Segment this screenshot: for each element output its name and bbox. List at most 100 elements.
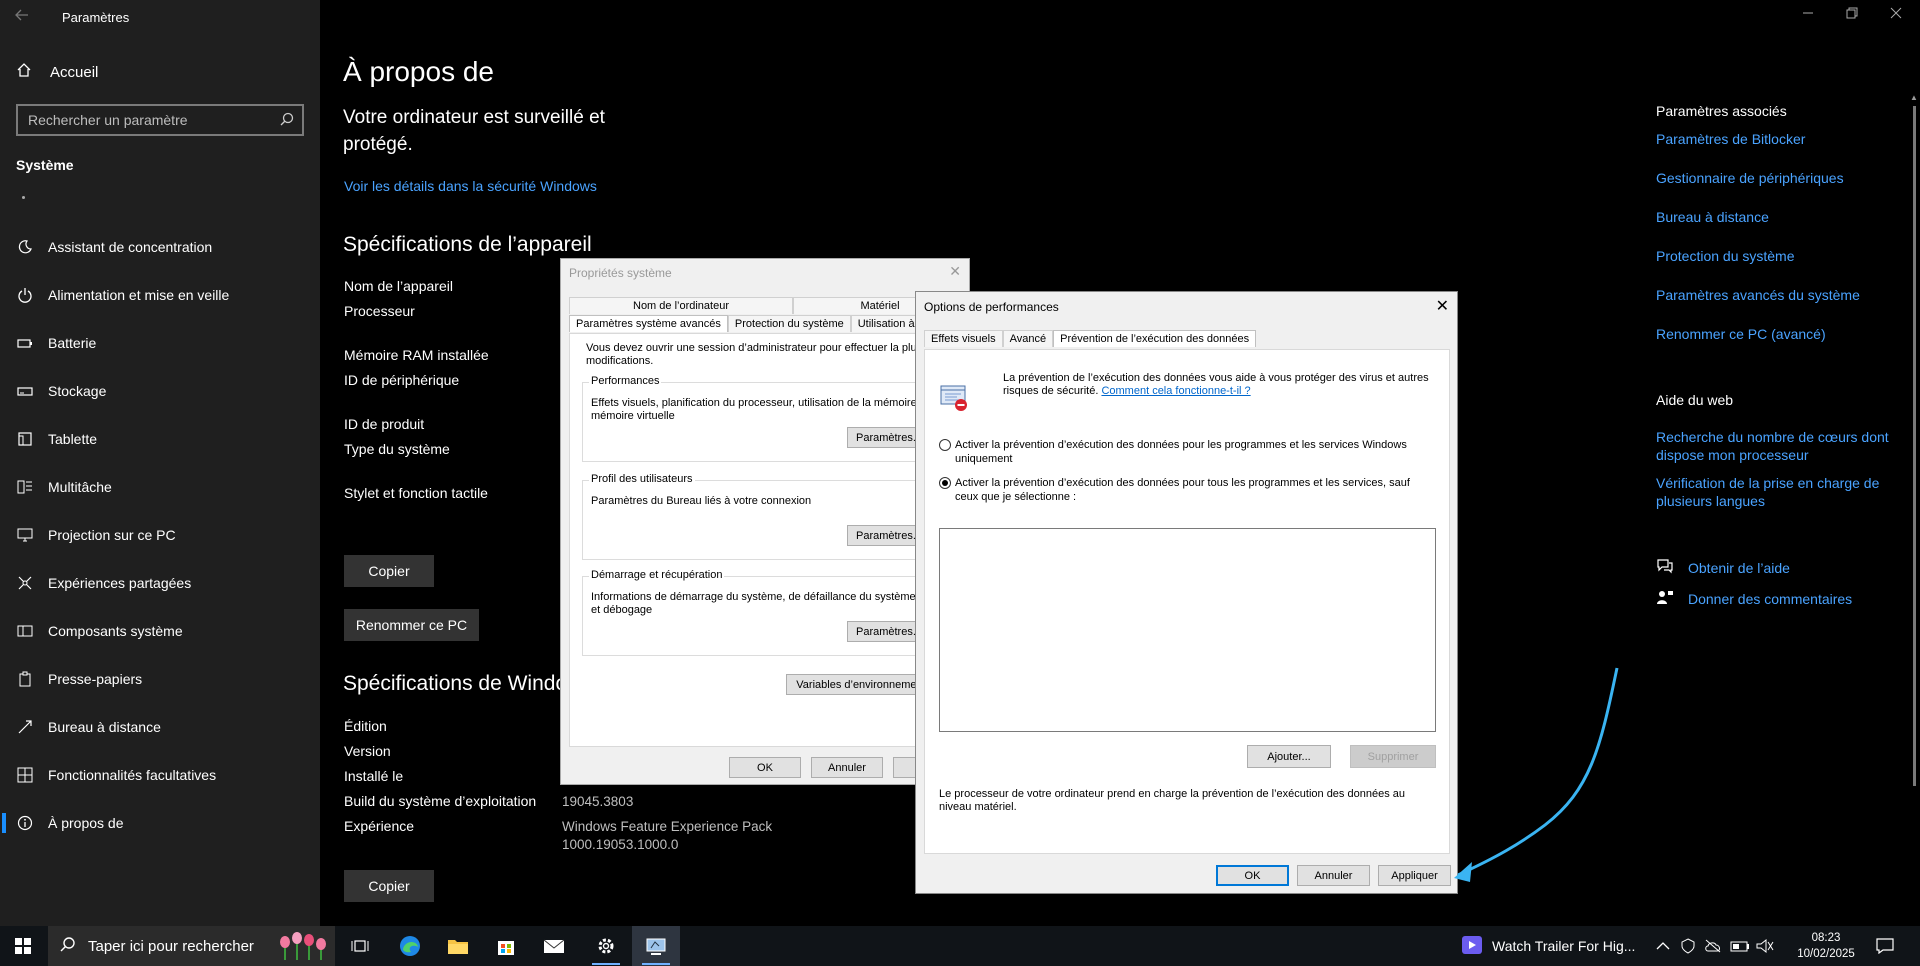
sidebar-item-tablet[interactable]: Tablette <box>0 415 320 463</box>
sidebar-item-shared[interactable]: Expériences partagées <box>0 559 320 607</box>
tab-visual-effects[interactable]: Effets visuels <box>924 330 1003 347</box>
scrollbar[interactable] <box>1913 106 1916 786</box>
system-properties-taskbar-icon[interactable] <box>632 926 680 966</box>
tab-advanced[interactable]: Avancé <box>1002 330 1054 347</box>
battery-icon <box>16 334 34 352</box>
dep-how-link[interactable]: Comment cela fonctionne-t-il ? <box>1101 385 1250 397</box>
restore-icon[interactable] <box>1842 6 1862 26</box>
sidebar-item-remote[interactable]: Bureau à distance <box>0 703 320 751</box>
sysprop-cancel-button[interactable]: Annuler <box>811 757 883 778</box>
sidebar-item-focus[interactable]: Assistant de concentration <box>0 223 320 271</box>
get-help-link[interactable]: Obtenir de l’aide <box>1656 558 1790 577</box>
perf-cancel-button[interactable]: Annuler <box>1297 865 1370 886</box>
minimize-icon[interactable] <box>1798 6 1818 26</box>
system-properties-dialog: Propriétés système ✕ Nom de l’ordinateur… <box>560 258 970 785</box>
annotation-arrow <box>1454 667 1619 882</box>
sysprop-tabs-top: Nom de l’ordinateur Matériel <box>569 297 967 314</box>
related-link-advanced-system[interactable]: Paramètres avancés du système <box>1656 286 1896 304</box>
tablet-icon <box>16 430 34 448</box>
related-link-bitlocker[interactable]: Paramètres de Bitlocker <box>1656 130 1896 148</box>
security-details-link[interactable]: Voir les détails dans la sécurité Window… <box>344 178 597 194</box>
sidebar-item-projection[interactable]: Projection sur ce PC <box>0 511 320 559</box>
tray-cloud-icon[interactable] <box>1704 926 1722 966</box>
copy-device-specs-button[interactable]: Copier <box>344 555 434 587</box>
perf-ok-button[interactable]: OK <box>1216 865 1289 886</box>
scroll-up-icon[interactable]: ▲ <box>1910 93 1918 102</box>
home-nav-item[interactable]: Accueil <box>16 62 98 82</box>
related-link-device-manager[interactable]: Gestionnaire de périphériques <box>1656 169 1896 187</box>
sidebar-item-label: Composants système <box>48 623 183 639</box>
close-icon[interactable] <box>1886 6 1906 26</box>
dep-add-button[interactable]: Ajouter... <box>1247 745 1331 768</box>
web-link-cores[interactable]: Recherche du nombre de cœurs dont dispos… <box>1656 428 1896 464</box>
sidebar-item-label: Stockage <box>48 383 107 399</box>
tab-computer-name[interactable]: Nom de l’ordinateur <box>569 297 793 314</box>
copy-windows-specs-button[interactable]: Copier <box>344 870 434 902</box>
tray-battery-icon[interactable] <box>1730 926 1750 966</box>
sysprop-ok-button[interactable]: OK <box>729 757 801 778</box>
tab-advanced-system[interactable]: Paramètres système avancés <box>569 315 728 332</box>
spec-label-product-id: ID de produit <box>344 416 425 432</box>
feedback-link[interactable]: Donner des commentaires <box>1656 589 1852 608</box>
page-title: À propos de <box>343 56 494 87</box>
taskbar-search[interactable]: Taper ici pour rechercher <box>48 926 335 966</box>
search-icon[interactable] <box>280 112 294 126</box>
tray-chevron-up-icon[interactable] <box>1656 926 1670 966</box>
sidebar-item-label: Alimentation et mise en veille <box>48 287 230 303</box>
close-icon[interactable]: ✕ <box>949 263 961 280</box>
rename-pc-button[interactable]: Renommer ce PC <box>344 609 479 641</box>
multitask-icon <box>16 478 34 496</box>
sidebar-item-multitask[interactable]: Multitâche <box>0 463 320 511</box>
dep-exceptions-list[interactable] <box>939 528 1436 732</box>
radio-button[interactable] <box>939 439 951 451</box>
sysprop-panel: Vous devez ouvrir une session d’administ… <box>569 333 963 747</box>
sidebar-item-features[interactable]: Fonctionnalités facultatives <box>0 751 320 799</box>
web-link-languages[interactable]: Vérification de la prise en charge de pl… <box>1656 474 1896 510</box>
mail-icon[interactable] <box>530 926 578 966</box>
back-arrow-icon[interactable] <box>14 7 34 27</box>
settings-gear-icon[interactable] <box>582 926 630 966</box>
sidebar-item-storage[interactable]: Stockage <box>0 367 320 415</box>
tab-dep[interactable]: Prévention de l’exécution des données <box>1053 330 1257 347</box>
task-view-icon[interactable] <box>336 926 384 966</box>
sidebar-item-battery[interactable]: Batterie <box>0 319 320 367</box>
sidebar-item-components[interactable]: Composants système <box>0 607 320 655</box>
news-widget[interactable]: Watch Trailer For Hig... <box>1462 926 1635 966</box>
store-icon[interactable] <box>482 926 530 966</box>
spec-label-edition: Édition <box>344 718 387 734</box>
sidebar-item-about[interactable]: À propos de <box>0 799 320 847</box>
sidebar-item-label: Expériences partagées <box>48 575 192 591</box>
dialog-title: Propriétés système <box>569 266 672 280</box>
sidebar-item-label: Assistant de concentration <box>48 239 213 255</box>
edge-icon[interactable] <box>386 926 434 966</box>
settings-search[interactable] <box>16 104 304 136</box>
file-explorer-icon[interactable] <box>434 926 482 966</box>
environment-variables-button[interactable]: Variables d’environnement <box>786 674 936 695</box>
video-play-icon <box>1462 935 1482 957</box>
radio-button-selected[interactable] <box>939 477 951 489</box>
notification-center-icon[interactable] <box>1876 926 1894 966</box>
sidebar-item-power[interactable]: Alimentation et mise en veille <box>0 271 320 319</box>
sidebar-item-clipboard[interactable]: Presse-papiers <box>0 655 320 703</box>
tray-volume-icon[interactable] <box>1756 926 1774 966</box>
related-link-system-protection[interactable]: Protection du système <box>1656 247 1896 265</box>
tray-security-icon[interactable] <box>1680 926 1696 966</box>
dep-radio-windows-only[interactable]: Activer la prévention d’exécution des do… <box>939 438 1429 466</box>
related-link-remote-desktop[interactable]: Bureau à distance <box>1656 208 1896 226</box>
sysprop-tabs-bottom: Paramètres système avancés Protection du… <box>569 315 931 332</box>
radio-label: Activer la prévention d’exécution des do… <box>955 477 1410 503</box>
windows-start-icon[interactable] <box>0 926 45 966</box>
performance-group: Performances Effets visuels, planificati… <box>582 375 962 462</box>
close-icon[interactable]: ✕ <box>1436 296 1449 316</box>
settings-search-input[interactable] <box>18 106 302 134</box>
spec-label-installed: Installé le <box>344 768 404 784</box>
dep-radio-all-except[interactable]: Activer la prévention d’exécution des do… <box>939 476 1429 504</box>
radio-label: Activer la prévention d’exécution des do… <box>955 439 1407 465</box>
sidebar-item-label: Fonctionnalités facultatives <box>48 767 217 783</box>
spec-label-processor: Processeur <box>344 303 415 319</box>
related-link-rename-advanced[interactable]: Renommer ce PC (avancé) <box>1656 325 1896 343</box>
taskbar-clock[interactable]: 08:23 10/02/2025 <box>1796 930 1856 962</box>
tab-system-protection[interactable]: Protection du système <box>727 315 851 332</box>
sidebar-item-label: Multitâche <box>48 479 112 495</box>
experience-value-line1: Windows Feature Experience Pack <box>562 819 773 834</box>
